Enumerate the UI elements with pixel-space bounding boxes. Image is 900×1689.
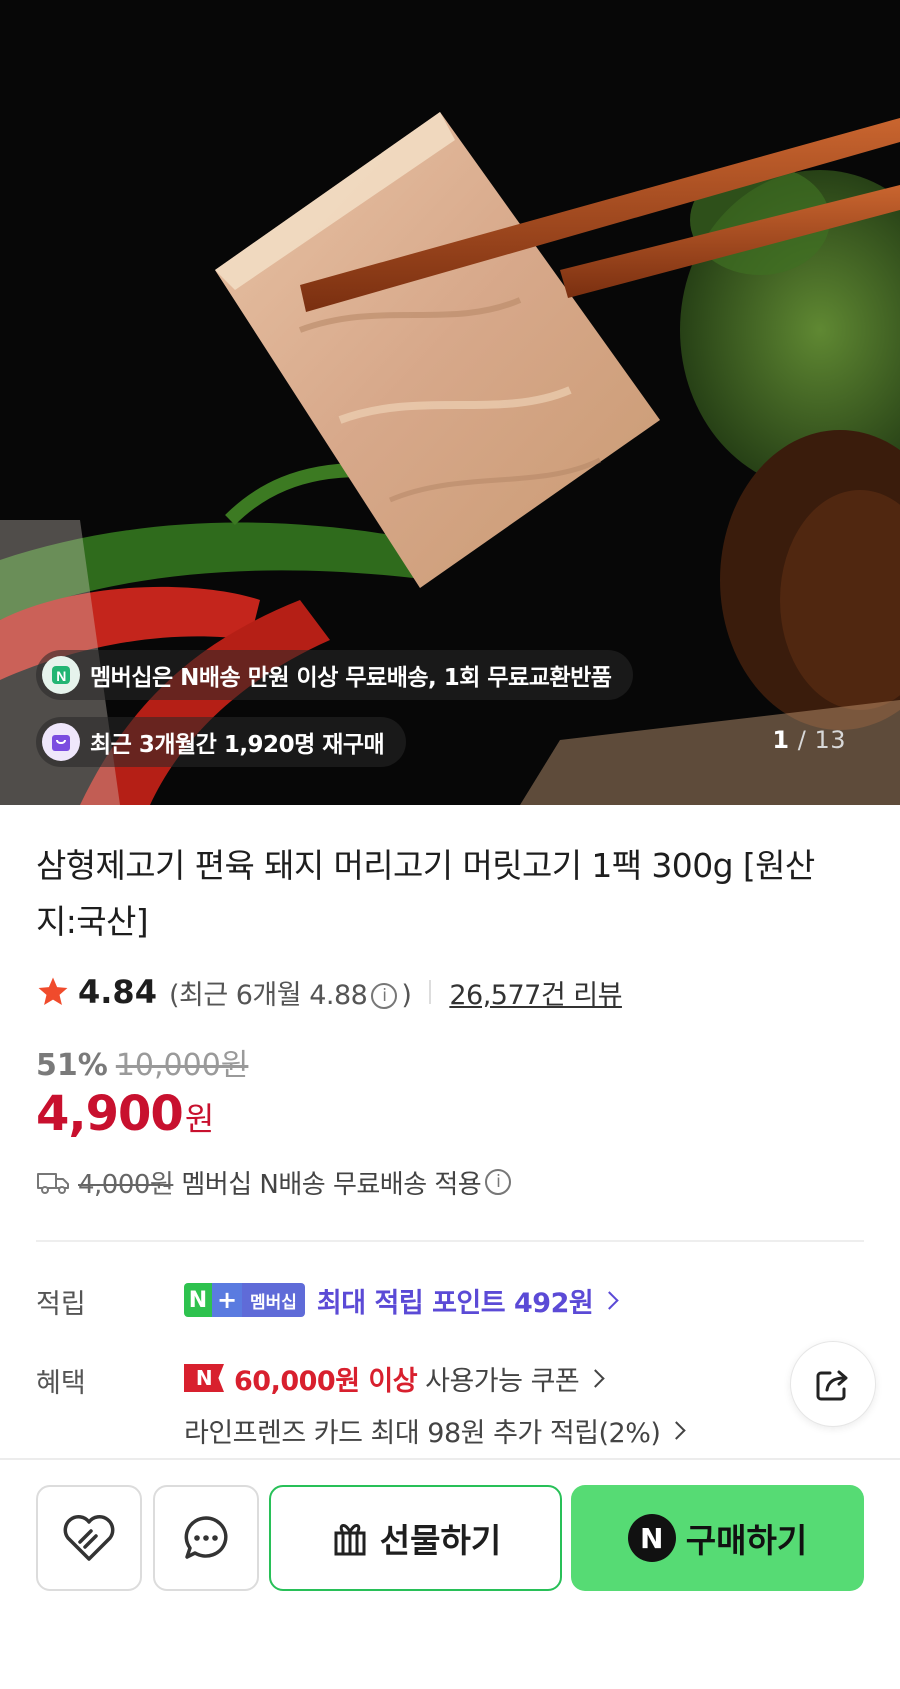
points-row[interactable]: N + 멤버십 최대 적립 포인트 492원 — [184, 1280, 619, 1320]
info-icon[interactable]: i — [371, 983, 398, 1009]
rating-row: 4.84 (최근 6개월 4.88 i) 26,577건 리뷰 — [36, 970, 622, 1014]
page-current: 1 — [772, 726, 790, 754]
divider — [429, 980, 432, 1004]
max-points-text: 최대 적립 포인트 492원 — [316, 1287, 594, 1319]
membership-delivery-icon: N — [42, 656, 80, 694]
chat-bubble-icon — [184, 1516, 228, 1559]
repurchase-text: 최근 3개월간 1,920명 재구매 — [90, 732, 385, 758]
card-points-row[interactable]: 라인프렌즈 카드 최대 98원 추가 적립(2%) — [184, 1410, 687, 1450]
card-points-text: 라인프렌즈 카드 최대 98원 추가 적립(2%) — [184, 1417, 661, 1449]
discount-percent: 51% — [36, 1048, 108, 1083]
star-icon — [38, 977, 68, 1006]
talk-button[interactable] — [153, 1485, 259, 1591]
recent-rating-close: ) — [401, 979, 412, 1011]
nplus-membership-badge: N + 멤버십 — [184, 1283, 305, 1317]
shipping-info-icon[interactable]: i — [485, 1169, 512, 1195]
review-count-link[interactable]: 26,577건 리뷰 — [449, 973, 622, 1012]
recent-rating: (최근 6개월 4.88 i) — [168, 973, 412, 1012]
gift-button[interactable]: 선물하기 — [269, 1485, 562, 1591]
sale-price: 4,900 원 — [36, 1086, 214, 1142]
heart-icon — [63, 1515, 115, 1561]
buy-label: 구매하기 — [685, 1521, 808, 1560]
price-unit: 원 — [184, 1100, 215, 1138]
badge-membership: 멤버십 — [242, 1283, 305, 1317]
rating-score: 4.84 — [78, 973, 157, 1011]
wishlist-button[interactable] — [36, 1485, 142, 1591]
membership-shipping-pill: N 멤버십은 N배송 만원 이상 무료배송, 1회 무료교환반품 — [36, 650, 634, 700]
badge-plus: + — [212, 1283, 242, 1317]
share-icon — [816, 1370, 848, 1401]
image-page-counter: 1 / 13 — [772, 726, 846, 754]
chevron-right-icon — [667, 1420, 687, 1440]
chevron-right-icon — [600, 1290, 619, 1310]
badge-n: N — [184, 1283, 212, 1317]
membership-shipping-text: 멤버십은 N배송 만원 이상 무료배송, 1회 무료교환반품 — [90, 665, 612, 691]
page-separator: / — [797, 726, 807, 754]
product-image-carousel[interactable]: N 멤버십은 N배송 만원 이상 무료배송, 1회 무료교환반품 최근 3개월간… — [0, 0, 900, 805]
svg-text:N: N — [56, 668, 66, 684]
coupon-text: 사용가능 쿠폰 — [425, 1365, 580, 1397]
n-coupon-badge: N — [184, 1364, 224, 1392]
section-divider — [36, 1240, 864, 1242]
buy-button[interactable]: N 구매하기 — [571, 1485, 864, 1591]
coupon-amount: 60,000원 이상 — [234, 1365, 418, 1397]
discount-row: 51% 10,000원 — [36, 1040, 248, 1084]
page-total: 13 — [814, 726, 846, 754]
gift-icon — [334, 1524, 366, 1556]
product-title: 삼형제고기 편육 돼지 머리고기 머릿고기 1팩 300g [원산지:국산] — [36, 846, 815, 941]
original-price: 10,000원 — [115, 1048, 249, 1083]
chevron-right-icon — [586, 1368, 605, 1388]
shipping-original-fee: 4,000원 — [78, 1169, 174, 1200]
shipping-text: 멤버십 N배송 무료배송 적용 — [181, 1169, 482, 1200]
share-button[interactable] — [790, 1341, 876, 1427]
recent-rating-text: (최근 6개월 4.88 — [168, 979, 368, 1011]
truck-icon — [37, 1173, 69, 1194]
price-value: 4,900 — [36, 1086, 184, 1142]
naverpay-n-icon: N — [627, 1514, 676, 1562]
shipping-row: 4,000원 멤버십 N배송 무료배송 적용 i — [36, 1162, 515, 1202]
repurchase-pill: 최근 3개월간 1,920명 재구매 — [36, 717, 407, 767]
coupon-row[interactable]: N 60,000원 이상 사용가능 쿠폰 — [184, 1358, 605, 1398]
shopping-bag-icon — [42, 723, 80, 761]
benefit-label: 혜택 — [36, 1368, 86, 1399]
gift-label: 선물하기 — [379, 1521, 502, 1560]
bottom-action-bar: 선물하기 N 구매하기 — [0, 1458, 900, 1689]
points-label: 적립 — [36, 1289, 86, 1320]
